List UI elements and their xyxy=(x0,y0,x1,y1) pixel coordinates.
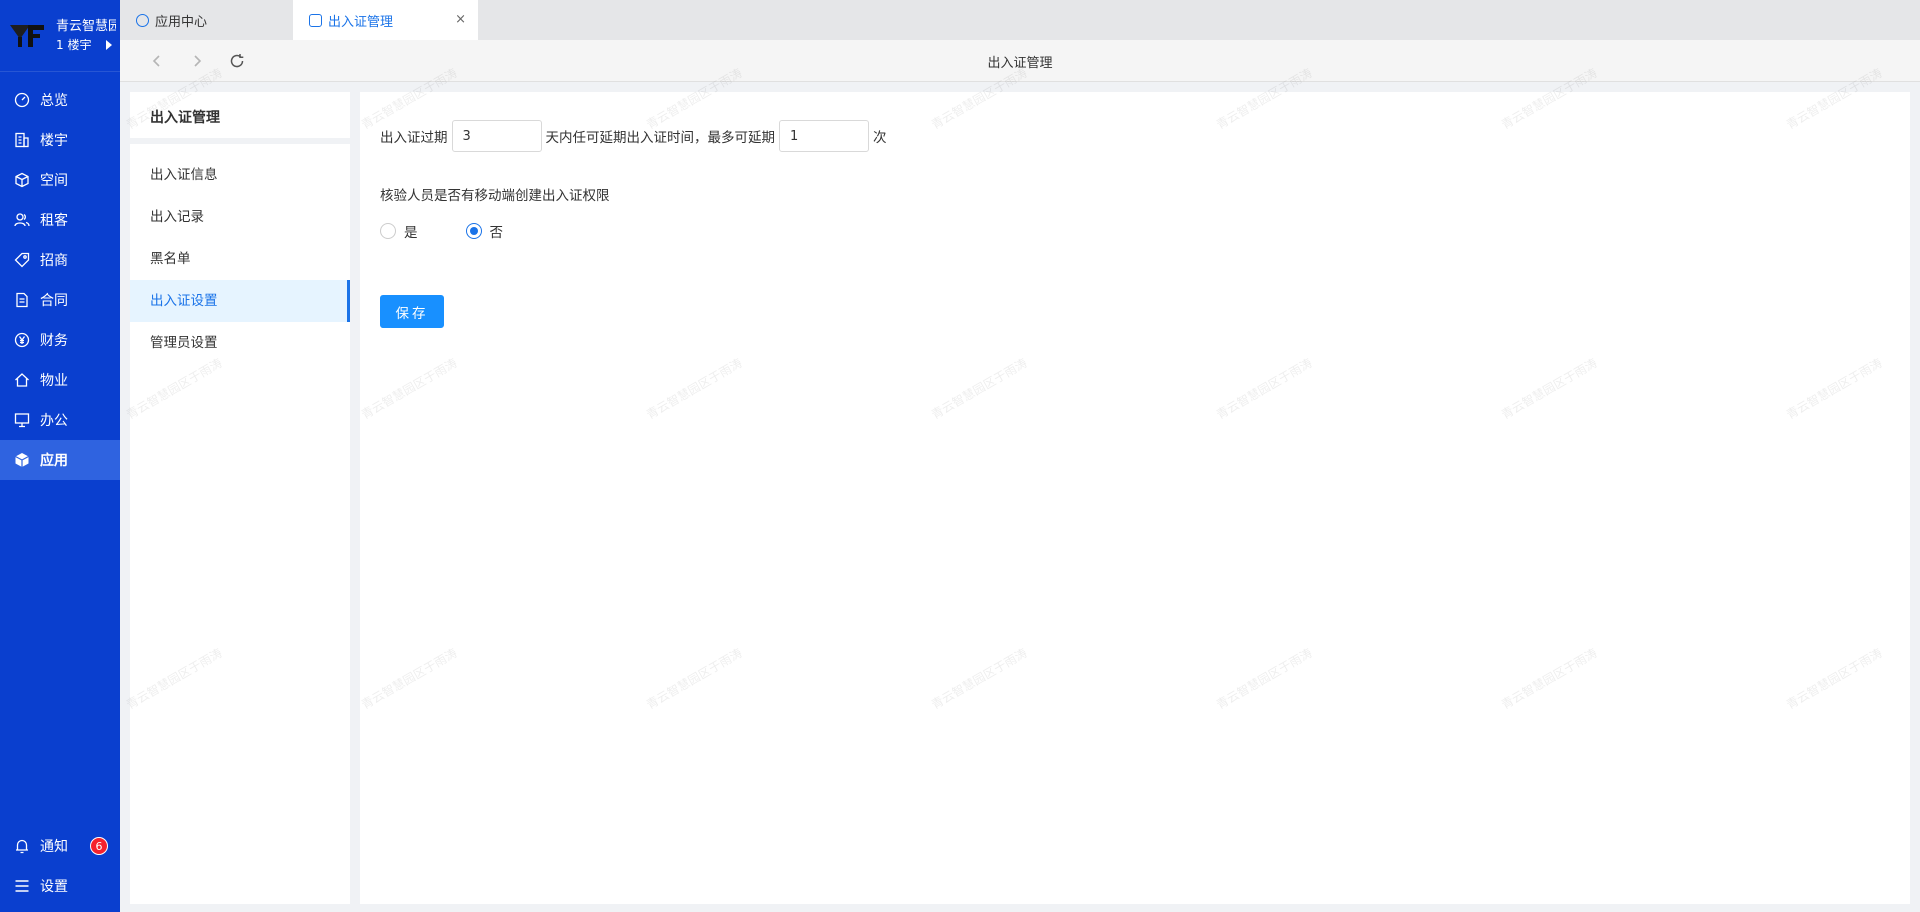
nav-label: 财务 xyxy=(40,333,68,349)
app-center-icon xyxy=(136,13,149,27)
pass-card-icon xyxy=(309,13,322,27)
expire-prefix-label: 出入证过期 xyxy=(380,130,448,146)
brand-logo xyxy=(10,21,46,51)
nav-label: 楼宇 xyxy=(40,133,68,149)
brand-switcher[interactable]: 青云智慧园区 1 楼宇 xyxy=(0,0,120,72)
nav-label: 空间 xyxy=(40,173,68,189)
nav-item-property[interactable]: 物业 xyxy=(0,360,120,400)
tag-icon xyxy=(14,252,30,268)
submenu-item-blacklist[interactable]: 黑名单 xyxy=(130,238,350,280)
nav-label: 应用 xyxy=(40,453,68,469)
nav-item-settings[interactable]: 设置 xyxy=(0,866,120,906)
mobile-permission-radio-group: 是 否 xyxy=(380,221,551,241)
radio-unchecked-icon[interactable] xyxy=(380,223,396,239)
radio-label: 是 xyxy=(404,225,418,241)
nav-label: 租客 xyxy=(40,213,68,229)
nav-item-overview[interactable]: 总览 xyxy=(0,80,120,120)
notification-count-badge: 6 xyxy=(90,837,108,855)
nav-item-building[interactable]: 楼宇 xyxy=(0,120,120,160)
nav-label: 物业 xyxy=(40,373,68,389)
close-icon[interactable]: × xyxy=(455,12,466,27)
nav-item-space[interactable]: 空间 xyxy=(0,160,120,200)
nav-item-tenants[interactable]: 租客 xyxy=(0,200,120,240)
users-icon xyxy=(14,212,30,228)
radio-checked-icon[interactable] xyxy=(465,223,482,239)
nav-label: 总览 xyxy=(40,93,68,109)
nav-label: 办公 xyxy=(40,413,68,429)
expiry-extension-row: 出入证过期 天内任可延期出入证时间，最多可延期 次 xyxy=(380,120,887,152)
monitor-icon xyxy=(14,412,30,428)
max-extend-input[interactable] xyxy=(779,120,869,152)
tab-bar: 应用中心 出入证管理 × xyxy=(120,0,1920,40)
expire-days-input[interactable] xyxy=(451,120,542,152)
building-icon xyxy=(14,132,30,148)
menu-icon xyxy=(14,878,30,894)
expire-middle-label: 天内任可延期出入证时间，最多可延期 xyxy=(545,130,776,146)
home-icon xyxy=(14,372,30,388)
expire-suffix-label: 次 xyxy=(873,130,887,146)
submenu-item-access-records[interactable]: 出入记录 xyxy=(130,196,350,238)
dashboard-icon xyxy=(14,92,30,108)
tab-label: 应用中心 xyxy=(155,14,208,30)
sidebar: 青云智慧园区 1 楼宇 总览 楼宇 空间 租客 招商 合同 xyxy=(0,0,120,912)
radio-option-yes[interactable]: 是 xyxy=(380,221,418,241)
toolbar: 出入证管理 xyxy=(120,40,1920,82)
nav-item-contract[interactable]: 合同 xyxy=(0,280,120,320)
nav-label: 设置 xyxy=(40,879,68,895)
document-icon xyxy=(14,292,30,308)
submenu-item-admin-settings[interactable]: 管理员设置 xyxy=(130,322,350,364)
caret-right-icon xyxy=(106,40,112,50)
submenu-item-pass-info[interactable]: 出入证信息 xyxy=(130,154,350,196)
yen-icon xyxy=(14,332,30,348)
mobile-permission-question: 核验人员是否有移动端创建出入证权限 xyxy=(380,188,610,204)
nav-item-finance[interactable]: 财务 xyxy=(0,320,120,360)
bell-icon xyxy=(14,838,30,854)
tab-pass-management[interactable]: 出入证管理 × xyxy=(293,0,478,40)
submenu-title: 出入证管理 xyxy=(130,92,350,144)
nav-label: 招商 xyxy=(40,253,68,269)
tab-label: 出入证管理 xyxy=(328,14,394,30)
cube-icon xyxy=(14,172,30,188)
nav-item-notifications[interactable]: 通知 6 xyxy=(0,826,120,866)
app-cube-icon xyxy=(14,452,30,468)
nav-item-apps[interactable]: 应用 xyxy=(0,440,120,480)
submenu-item-pass-settings[interactable]: 出入证设置 xyxy=(130,280,350,322)
brand-name: 青云智慧园区 xyxy=(56,18,116,34)
nav-item-investment[interactable]: 招商 xyxy=(0,240,120,280)
radio-option-no[interactable]: 否 xyxy=(465,221,504,241)
tab-app-center[interactable]: 应用中心 xyxy=(120,0,290,40)
submenu-panel: 出入证管理 出入证信息 出入记录 黑名单 出入证设置 管理员设置 xyxy=(130,92,350,904)
nav-label: 合同 xyxy=(40,293,68,309)
page-title: 出入证管理 xyxy=(987,56,1053,71)
nav-item-office[interactable]: 办公 xyxy=(0,400,120,440)
radio-label: 否 xyxy=(489,225,504,241)
save-button[interactable]: 保存 xyxy=(380,295,444,328)
settings-form-panel: 出入证过期 天内任可延期出入证时间，最多可延期 次 核验人员是否有移动端创建出入… xyxy=(360,92,1910,904)
nav-label: 通知 xyxy=(40,839,68,855)
